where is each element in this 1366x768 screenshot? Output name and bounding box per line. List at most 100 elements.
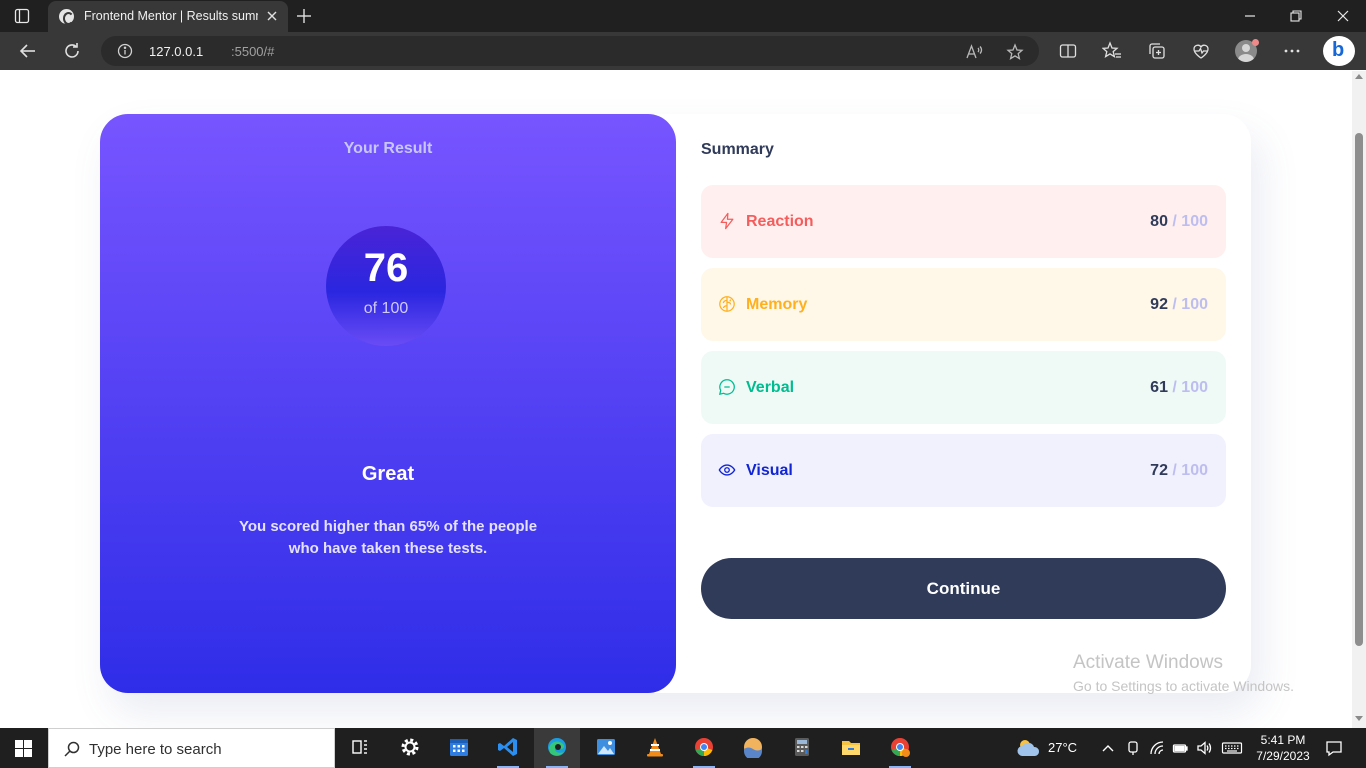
- calendar-app-icon: [450, 739, 468, 756]
- chat-bubble-icon: [718, 379, 735, 396]
- windows-taskbar: Type here to search 27°C 5:41 PM 7/29/20…: [0, 728, 1366, 768]
- tab-actions-icon[interactable]: [14, 8, 30, 24]
- meet-now-icon[interactable]: [1125, 740, 1141, 756]
- settings-gear-icon: [401, 738, 419, 756]
- site-info-icon[interactable]: [117, 43, 133, 59]
- taskbar-file-explorer[interactable]: [828, 728, 874, 768]
- score-max: / 100: [1167, 213, 1208, 230]
- task-view-button[interactable]: [337, 728, 383, 768]
- browser-titlebar: Frontend Mentor | Results summary compon…: [0, 0, 1366, 32]
- tab-close-icon[interactable]: [264, 8, 280, 24]
- task-view-icon: [352, 740, 367, 754]
- weather-cloud-icon[interactable]: [1014, 737, 1042, 759]
- results-summary-card: Your Result 76 of 100 Great You scored h…: [100, 114, 1251, 693]
- result-panel: Your Result 76 of 100 Great You scored h…: [100, 114, 676, 693]
- calculator-icon: [795, 738, 809, 756]
- browser-toolbar: 127.0.0.1 :5500/# b: [0, 32, 1366, 70]
- scroll-down-arrow-icon[interactable]: [1355, 716, 1363, 721]
- summary-item-score: 80 / 100: [1150, 213, 1208, 231]
- rating-title: Great: [361, 463, 415, 485]
- score-circle: 76 of 100: [326, 226, 446, 346]
- back-arrow-icon[interactable]: [18, 41, 38, 61]
- frontend-mentor-favicon-icon: [59, 9, 74, 25]
- new-tab-icon[interactable]: [295, 7, 313, 25]
- clock-time: 5:41 PM: [1260, 733, 1306, 747]
- score-obtained: 61: [1150, 379, 1168, 396]
- scroll-thumb[interactable]: [1355, 133, 1363, 646]
- close-window-icon[interactable]: [1333, 6, 1353, 26]
- notification-center-icon[interactable]: [1325, 739, 1343, 757]
- tab-title: Frontend Mentor | Results summary compon…: [84, 9, 258, 23]
- wifi-icon[interactable]: [1149, 740, 1165, 756]
- refresh-icon[interactable]: [62, 41, 82, 61]
- search-placeholder: Type here to search: [89, 741, 222, 758]
- taskbar-vscode[interactable]: [485, 728, 531, 768]
- score-max: / 100: [1167, 379, 1208, 396]
- summary-item-score: 61 / 100: [1150, 379, 1208, 397]
- summary-item-score: 92 / 100: [1150, 296, 1208, 314]
- taskbar-calendar[interactable]: [436, 728, 482, 768]
- taskbar-desktop-app[interactable]: [730, 728, 776, 768]
- favorites-icon[interactable]: [1102, 41, 1122, 61]
- performance-heart-icon[interactable]: [1191, 41, 1211, 61]
- summary-item-label: Visual: [746, 462, 793, 479]
- battery-icon[interactable]: [1172, 740, 1188, 756]
- url-path: :5500/#: [231, 44, 275, 59]
- result-heading: Your Result: [343, 140, 433, 157]
- browser-tab[interactable]: Frontend Mentor | Results summary compon…: [48, 1, 288, 32]
- show-hidden-icons-chevron-icon[interactable]: [1100, 740, 1116, 756]
- landscape-app-icon: [744, 738, 762, 758]
- search-icon: [64, 741, 80, 757]
- restore-icon[interactable]: [1286, 6, 1306, 26]
- summary-item-memory: Memory 92 / 100: [701, 268, 1226, 341]
- windows-start-icon[interactable]: [15, 740, 32, 757]
- vscode-icon: [498, 738, 517, 756]
- address-bar[interactable]: 127.0.0.1 :5500/#: [101, 36, 1039, 66]
- score-max: / 100: [1167, 296, 1208, 313]
- taskbar-vlc[interactable]: [632, 728, 678, 768]
- volume-icon[interactable]: [1196, 740, 1212, 756]
- brain-icon: [719, 296, 735, 312]
- clock-date: 7/29/2023: [1256, 749, 1310, 763]
- photos-app-icon: [597, 739, 615, 755]
- taskbar-search-box[interactable]: Type here to search: [48, 728, 335, 768]
- edge-browser-icon: [548, 738, 566, 756]
- activate-windows-title: Activate Windows: [1073, 652, 1223, 673]
- taskbar-edge[interactable]: [534, 728, 580, 768]
- eye-icon: [718, 464, 736, 476]
- taskbar-calculator[interactable]: [779, 728, 825, 768]
- vlc-cone-icon: [647, 738, 663, 757]
- summary-item-label: Memory: [746, 296, 808, 313]
- taskbar-photos[interactable]: [583, 728, 629, 768]
- split-screen-icon[interactable]: [1058, 41, 1078, 61]
- taskbar-settings[interactable]: [387, 728, 433, 768]
- minimize-icon[interactable]: [1240, 6, 1260, 26]
- bing-chat-button[interactable]: b: [1323, 36, 1355, 66]
- chrome-profile-icon: [891, 738, 910, 757]
- summary-item-label: Verbal: [746, 379, 795, 396]
- result-description: You scored higher than 65% of the people…: [238, 518, 538, 557]
- scroll-up-arrow-icon[interactable]: [1355, 74, 1363, 79]
- bing-logo-icon: b: [1332, 39, 1345, 61]
- folder-icon: [842, 741, 860, 755]
- score-obtained: 72: [1150, 462, 1168, 479]
- keyboard-icon[interactable]: [1221, 740, 1243, 756]
- url-host: 127.0.0.1: [149, 44, 204, 59]
- collections-icon[interactable]: [1147, 41, 1167, 61]
- page-scrollbar[interactable]: [1352, 71, 1366, 728]
- taskbar-chrome[interactable]: [681, 728, 727, 768]
- more-options-icon[interactable]: [1282, 41, 1302, 61]
- summary-item-score: 72 / 100: [1150, 462, 1208, 480]
- favorite-star-icon[interactable]: [1006, 43, 1024, 61]
- summary-heading: Summary: [701, 141, 774, 158]
- summary-item-reaction: Reaction 80 / 100: [701, 185, 1226, 258]
- score-value: 76: [363, 246, 409, 290]
- summary-item-visual: Visual 72 / 100: [701, 434, 1226, 507]
- read-aloud-icon[interactable]: [965, 43, 983, 61]
- taskbar-clock[interactable]: 5:41 PM 7/29/2023: [1248, 732, 1318, 764]
- continue-button[interactable]: Continue: [701, 558, 1226, 619]
- weather-temperature[interactable]: 27°C: [1048, 740, 1077, 755]
- score-max: / 100: [1167, 462, 1208, 479]
- summary-item-label: Reaction: [746, 213, 814, 230]
- taskbar-chrome-profile[interactable]: [877, 728, 923, 768]
